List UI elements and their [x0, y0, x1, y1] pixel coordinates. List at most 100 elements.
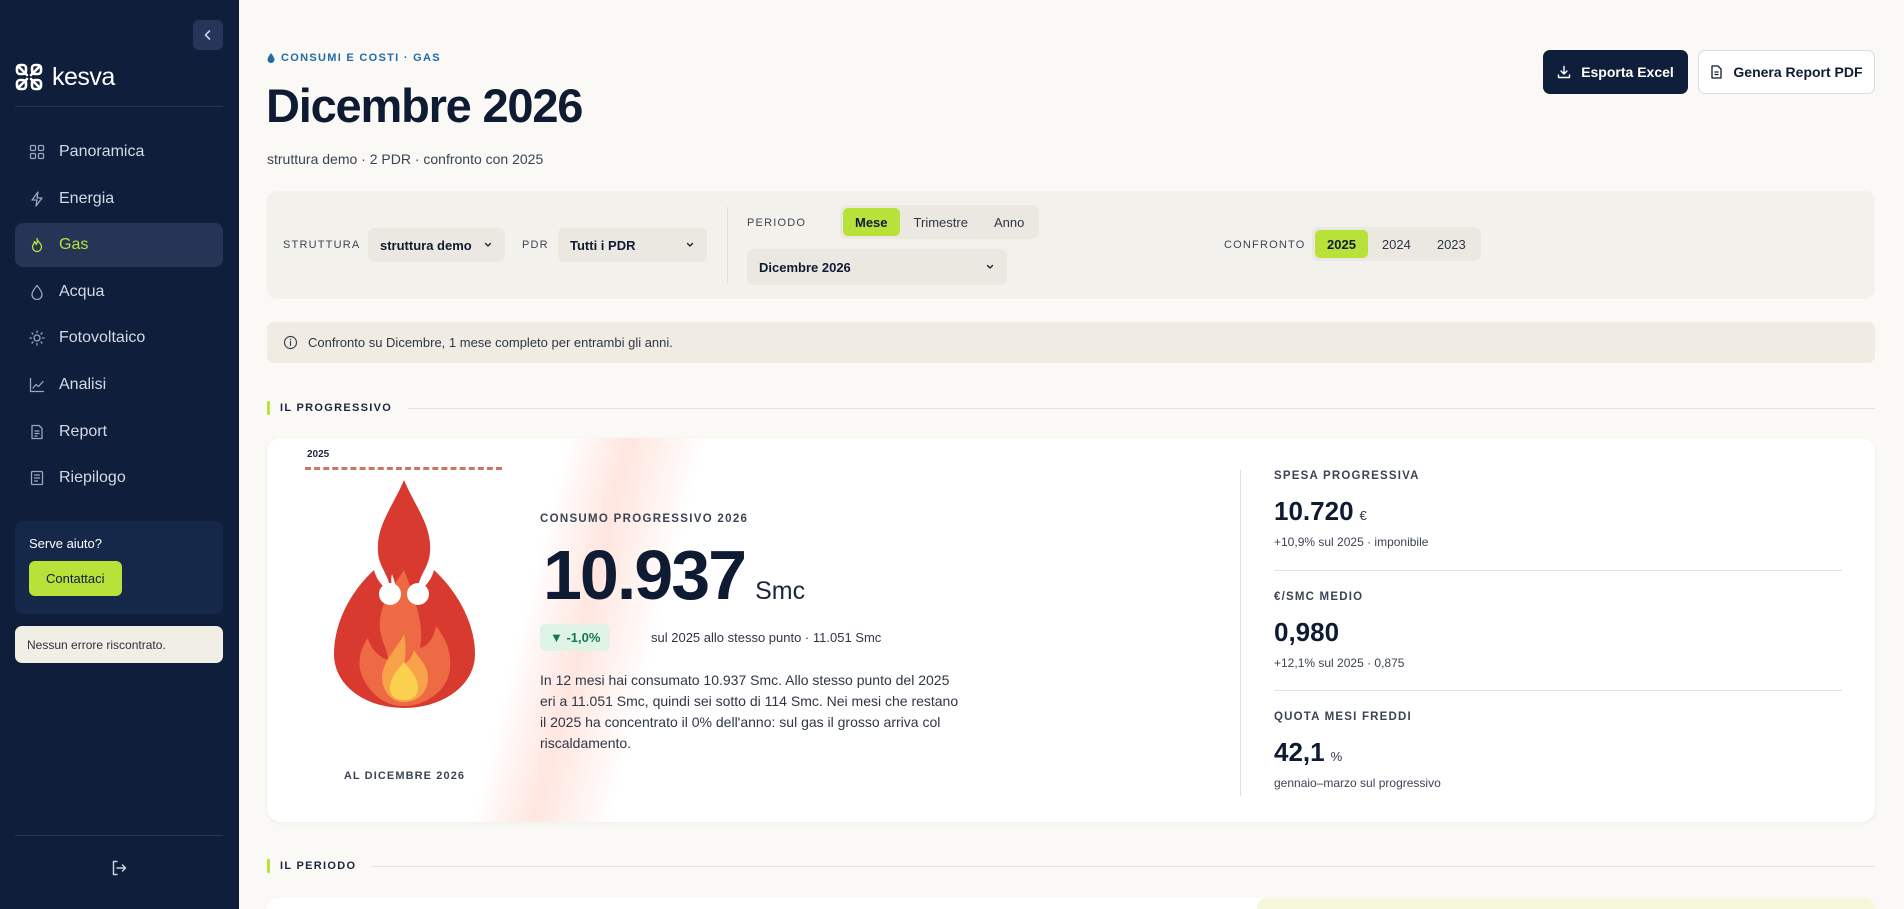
- kpi-value: 10.937: [543, 536, 747, 614]
- kesva-logo-icon: [15, 63, 43, 91]
- progressivo-description: In 12 mesi hai consumato 10.937 Smc. All…: [540, 672, 959, 751]
- confronto-option-2024[interactable]: 2024: [1370, 230, 1423, 258]
- sidebar-item-energia[interactable]: Energia: [15, 177, 223, 221]
- info-icon: [283, 335, 298, 350]
- stat-divider: [1274, 690, 1842, 691]
- sidebar-item-label: Acqua: [59, 282, 105, 300]
- struttura-label: STRUTTURA: [283, 239, 361, 251]
- export-excel-button[interactable]: Esporta Excel: [1543, 50, 1688, 94]
- help-box: Serve aiuto? Contattaci: [15, 521, 223, 614]
- stat-value-group: 0,980: [1274, 617, 1842, 648]
- page-subtitle: struttura demo · 2 PDR · confronto con 2…: [267, 151, 544, 167]
- sidebar-item-label: Fotovoltaico: [59, 329, 146, 347]
- download-icon: [1557, 65, 1571, 79]
- delta-note: sul 2025 allo stesso punto · 11.051 Smc: [651, 630, 882, 645]
- stat-label: QUOTA MESI FREDDI: [1274, 711, 1412, 723]
- page-eyebrow: CONSUMI E COSTI · GAS: [267, 52, 441, 64]
- kpi-label: CONSUMO PROGRESSIVO 2026: [540, 513, 749, 525]
- sidebar-item-label: Analisi: [59, 375, 107, 393]
- kpi-unit: Smc: [755, 577, 806, 605]
- stat-label: SPESA PROGRESSIVA: [1274, 470, 1420, 482]
- trend-icon: [29, 377, 45, 393]
- chevron-down-icon: [986, 264, 994, 269]
- stat-subtext: gennaio–marzo sul progressivo: [1274, 776, 1441, 790]
- periodo-card-highlight: [1257, 898, 1875, 909]
- card-divider: [1240, 470, 1241, 796]
- periodo-label: PERIODO: [747, 217, 807, 229]
- logout-icon[interactable]: [110, 859, 128, 877]
- sidebar-item-report[interactable]: Report: [15, 410, 223, 454]
- sidebar: kesva Panoramica Energia Gas Acqua Fotov…: [0, 0, 239, 909]
- confronto-segmented: 2025 2024 2023: [1312, 227, 1481, 261]
- brand-logo[interactable]: kesva: [14, 62, 115, 92]
- periodo-option-trimestre[interactable]: Trimestre: [902, 208, 980, 236]
- confronto-option-2025[interactable]: 2025: [1315, 230, 1368, 258]
- sidebar-item-label: Panoramica: [59, 143, 145, 160]
- stat-value-group: 42,1 %: [1274, 737, 1842, 768]
- stat-value: 42,1: [1274, 737, 1325, 767]
- stat-divider: [1274, 570, 1842, 571]
- stat-spesa-progressiva: SPESA PROGRESSIVA 10.720 € +10,9% sul 20…: [1274, 470, 1842, 549]
- stat-subtext: +10,9% sul 2025 · imponibile: [1274, 535, 1429, 549]
- kpi-value-group: 10.937 Smc: [543, 535, 805, 615]
- pdr-label: PDR: [522, 239, 549, 251]
- sidebar-item-analisi[interactable]: Analisi: [15, 363, 223, 407]
- struttura-select[interactable]: struttura demo: [368, 228, 505, 262]
- periodo-month-value: Dicembre 2026: [759, 259, 851, 275]
- chevron-down-icon: [484, 242, 492, 247]
- progressivo-card: 2025 AL DICEMBRE 2026 CONSUMO PROGRESSIV…: [267, 438, 1875, 822]
- section-header-progressivo: IL PROGRESSIVO: [267, 401, 1875, 415]
- sidebar-item-label: Energia: [59, 189, 115, 207]
- info-text: Confronto su Dicembre, 1 mese completo p…: [308, 335, 673, 350]
- contact-button[interactable]: Contattaci: [29, 561, 122, 596]
- help-title: Serve aiuto?: [29, 536, 102, 551]
- status-message: Nessun errore riscontrato.: [15, 626, 223, 663]
- document-icon: [1711, 65, 1723, 79]
- page-eyebrow-label: CONSUMI E COSTI · GAS: [281, 52, 441, 64]
- periodo-month-select[interactable]: Dicembre 2026: [747, 249, 1007, 285]
- generate-pdf-button[interactable]: Genera Report PDF: [1698, 50, 1875, 94]
- sidebar-item-acqua[interactable]: Acqua: [15, 270, 223, 314]
- collapse-sidebar-button[interactable]: [193, 20, 223, 50]
- filters-bar: STRUTTURA struttura demo PDR Tutti i PDR…: [267, 191, 1875, 299]
- confronto-option-2023[interactable]: 2023: [1425, 230, 1478, 258]
- stat-value: 10.720: [1274, 496, 1354, 526]
- drop-icon: [267, 53, 275, 63]
- marker-line: [305, 467, 502, 470]
- chevron-down-icon: [686, 242, 694, 247]
- flame-icon: [31, 238, 43, 253]
- sidebar-item-label: Riepilogo: [59, 469, 126, 487]
- sidebar-item-panoramica[interactable]: Panoramica: [15, 130, 223, 174]
- sidebar-item-fotovoltaico[interactable]: Fotovoltaico: [15, 316, 223, 360]
- section-title: IL PERIODO: [280, 860, 357, 872]
- generate-pdf-label: Genera Report PDF: [1733, 64, 1863, 80]
- sidebar-item-label: Report: [59, 422, 108, 440]
- struttura-value: struttura demo: [380, 237, 472, 253]
- section-accent: [267, 859, 270, 873]
- stat-label: €/SMC MEDIO: [1274, 591, 1364, 603]
- marker-year-label: 2025: [307, 449, 330, 460]
- sidebar-divider: [15, 835, 223, 836]
- stat-quota-mesi-freddi: QUOTA MESI FREDDI 42,1 % gennaio–marzo s…: [1274, 711, 1842, 790]
- pdr-value: Tutti i PDR: [570, 237, 636, 253]
- periodo-option-mese[interactable]: Mese: [843, 208, 900, 236]
- sidebar-divider: [15, 106, 223, 107]
- export-excel-label: Esporta Excel: [1581, 64, 1674, 80]
- section-accent: [267, 401, 270, 415]
- stat-value: 0,980: [1274, 617, 1340, 647]
- stat-unit: %: [1330, 749, 1343, 764]
- section-header-periodo: IL PERIODO: [267, 859, 1875, 873]
- section-rule: [408, 407, 1875, 409]
- pdr-select[interactable]: Tutti i PDR: [558, 228, 707, 262]
- periodo-option-anno[interactable]: Anno: [982, 208, 1036, 236]
- info-banner: Confronto su Dicembre, 1 mese completo p…: [267, 322, 1875, 363]
- section-rule: [372, 865, 1875, 867]
- sidebar-nav: Panoramica Energia Gas Acqua Fotovoltaic…: [15, 130, 223, 503]
- list-icon: [30, 471, 44, 486]
- stat-subtext: +12,1% sul 2025 · 0,875: [1274, 656, 1405, 670]
- sidebar-item-gas[interactable]: Gas: [15, 223, 223, 268]
- sidebar-item-riepilogo[interactable]: Riepilogo: [15, 456, 223, 500]
- section-title: IL PROGRESSIVO: [280, 402, 393, 414]
- delta-badge: ▼ -1,0%: [540, 624, 611, 651]
- confronto-label: CONFRONTO: [1224, 239, 1306, 251]
